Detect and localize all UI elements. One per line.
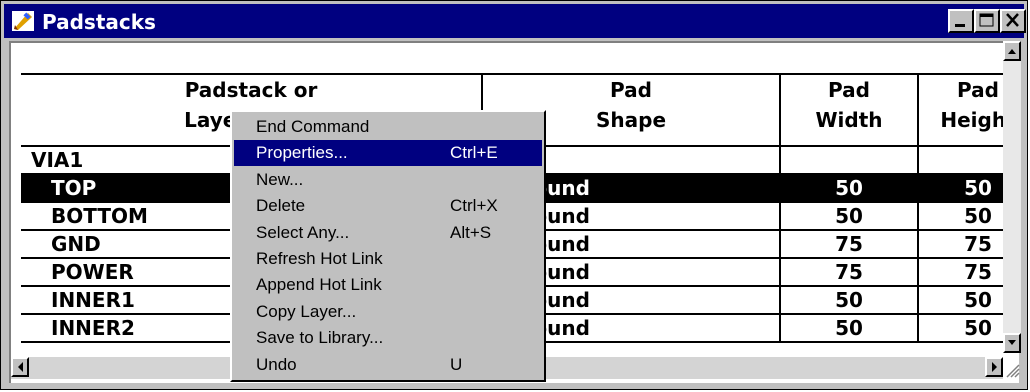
- menu-item-label: Delete: [256, 196, 306, 216]
- table-cell-pad-width[interactable]: 50: [781, 175, 919, 203]
- menu-item-properties[interactable]: Properties... Ctrl+E: [234, 140, 542, 167]
- window-title: Padstacks: [42, 10, 156, 34]
- table-cell-pad-width[interactable]: 50: [781, 287, 919, 315]
- padstack-app-icon: [12, 11, 34, 31]
- menu-item-select-any[interactable]: Select Any... Alt+S: [234, 220, 542, 246]
- table-cell-pad-width[interactable]: 50: [781, 315, 919, 343]
- arrow-left-icon: [18, 362, 23, 372]
- menu-item-shortcut: Ctrl+X: [450, 196, 498, 216]
- menu-item-delete[interactable]: Delete Ctrl+X: [234, 193, 542, 219]
- scroll-down-button[interactable]: [1003, 333, 1021, 353]
- minimize-button[interactable]: [948, 9, 974, 33]
- vertical-scrollbar[interactable]: [1003, 41, 1021, 353]
- menu-item-append-hot-link[interactable]: Append Hot Link: [234, 272, 542, 298]
- menu-item-copy-layer[interactable]: Copy Layer...: [234, 299, 542, 325]
- header-line1: Padstack or: [184, 78, 318, 102]
- vertical-scroll-track[interactable]: [1003, 61, 1021, 333]
- menu-item-shortcut: Ctrl+E: [450, 143, 498, 163]
- scroll-right-button[interactable]: [985, 357, 1003, 377]
- header-line1: Pad: [610, 78, 652, 102]
- menu-item-label: Undo: [256, 354, 297, 374]
- maximize-button[interactable]: [974, 9, 1000, 33]
- menu-item-label: Save to Library...: [256, 328, 384, 348]
- resize-grip-icon[interactable]: [1003, 359, 1021, 379]
- menu-item-label: Refresh Hot Link: [256, 249, 383, 268]
- menu-item-shortcut: U: [450, 354, 463, 374]
- arrow-down-icon: [1008, 340, 1016, 345]
- table-cell-pad-width[interactable]: [781, 147, 919, 175]
- menu-item-label: Select Any...: [256, 222, 350, 242]
- header-line2: Width: [815, 108, 883, 132]
- menu-item-refresh-hot-link[interactable]: Refresh Hot Link: [234, 246, 542, 272]
- menu-item-new[interactable]: New...: [234, 167, 542, 193]
- column-header-pad-width[interactable]: Pad Width: [781, 75, 919, 147]
- scroll-up-button[interactable]: [1003, 41, 1021, 61]
- menu-item-label: New...: [256, 169, 304, 189]
- table-cell-pad-width[interactable]: 75: [781, 259, 919, 287]
- header-line1: Pad: [828, 78, 870, 102]
- close-icon: [1006, 13, 1019, 27]
- maximize-icon: [979, 13, 994, 27]
- table-cell-pad-width[interactable]: 50: [781, 203, 919, 231]
- menu-item-label: Properties...: [256, 143, 348, 163]
- arrow-right-icon: [992, 362, 997, 372]
- scroll-left-button[interactable]: [11, 357, 29, 377]
- menu-item-end-command[interactable]: End Command: [234, 114, 542, 140]
- menu-item-label: End Command: [256, 117, 370, 136]
- menu-item-label: Append Hot Link: [256, 275, 382, 295]
- menu-item-shortcut: Alt+S: [450, 222, 492, 242]
- close-button[interactable]: [1000, 9, 1026, 33]
- table-cell-pad-width[interactable]: 75: [781, 231, 919, 259]
- minimize-icon: [955, 24, 965, 27]
- menu-item-save-to-library[interactable]: Save to Library...: [234, 325, 542, 351]
- title-bar[interactable]: Padstacks: [4, 4, 1026, 38]
- menu-item-undo[interactable]: Undo U: [234, 352, 542, 378]
- menu-item-label: Copy Layer...: [256, 301, 357, 321]
- context-menu: End Command Properties... Ctrl+E New... Dele…: [230, 110, 546, 382]
- arrow-up-icon: [1008, 49, 1016, 54]
